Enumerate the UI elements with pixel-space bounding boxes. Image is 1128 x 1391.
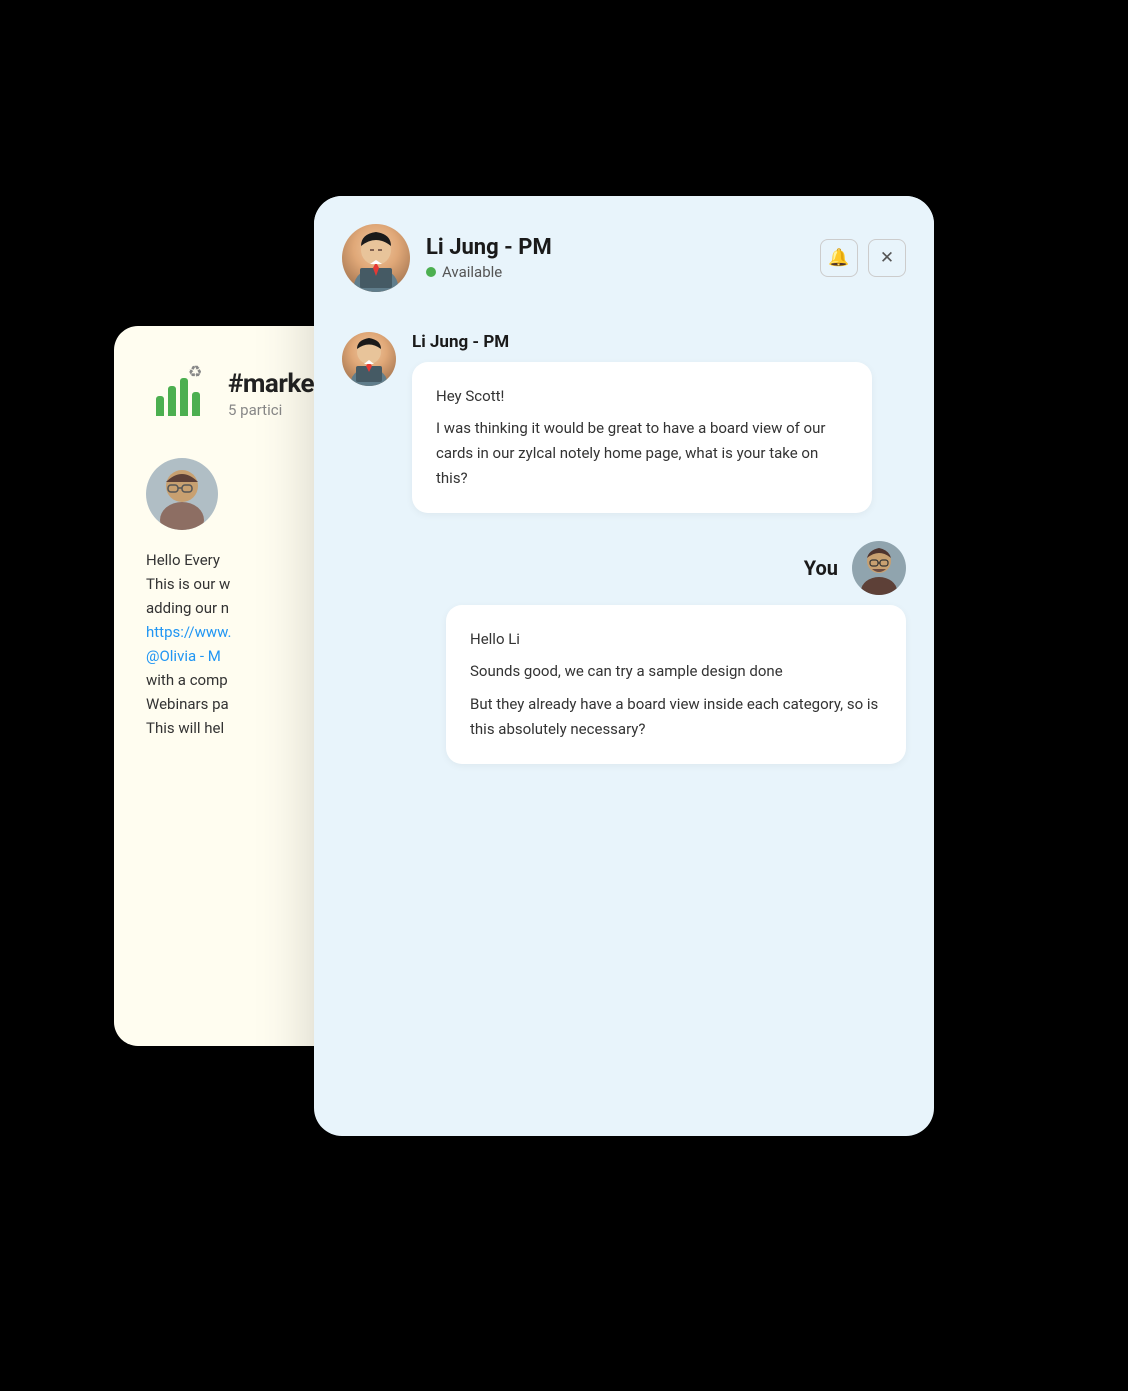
you-msg-line2: But they already have a board view insid… (470, 692, 882, 742)
channel-info: #marke 5 partici (228, 369, 314, 419)
channel-participants: 5 partici (228, 401, 314, 419)
you-label: You (804, 556, 838, 580)
chat-body: Li Jung - PM Hey Scott! I was thinking i… (314, 312, 934, 1136)
li-jung-avatar-img (342, 224, 410, 292)
bell-icon: 🔔 (828, 248, 849, 268)
li-jung-msg-content: Li Jung - PM Hey Scott! I was thinking i… (412, 332, 872, 513)
li-jung-avatar-msg (342, 332, 396, 386)
chat-contact-name: Li Jung - PM (426, 235, 804, 260)
li-jung-avatar-header (342, 224, 410, 292)
you-avatar-img (852, 541, 906, 595)
li-jung-msg-line1: I was thinking it would be great to have… (436, 416, 848, 490)
bar2 (168, 386, 176, 416)
chat-header: Li Jung - PM Available 🔔 ✕ (314, 196, 934, 312)
message-you: You (342, 541, 906, 764)
you-msg-line1: Sounds good, we can try a sample design … (470, 659, 882, 684)
close-icon: ✕ (880, 248, 894, 268)
bar4 (192, 392, 200, 416)
you-msg-line0: Hello Li (470, 627, 882, 652)
back-avatar-image (146, 458, 218, 530)
status-dot (426, 267, 436, 277)
you-header: You (804, 541, 906, 595)
li-jung-msg-line0: Hey Scott! (436, 384, 848, 409)
header-actions: 🔔 ✕ (820, 239, 906, 277)
bar1 (156, 396, 164, 416)
back-avatar (146, 458, 218, 530)
li-jung-msg-name: Li Jung - PM (412, 332, 872, 352)
message-li-jung: Li Jung - PM Hey Scott! I was thinking i… (342, 332, 906, 513)
you-avatar (852, 541, 906, 595)
status-text: Available (442, 263, 502, 281)
bar3 (180, 378, 188, 416)
bell-button[interactable]: 🔔 (820, 239, 858, 277)
chat-card: Li Jung - PM Available 🔔 ✕ (314, 196, 934, 1136)
channel-icon: ♻ (146, 362, 210, 426)
li-jung-avatar-msg-img (342, 332, 396, 386)
channel-name: #marke (228, 369, 314, 399)
close-button[interactable]: ✕ (868, 239, 906, 277)
chat-status: Available (426, 263, 804, 281)
chat-header-info: Li Jung - PM Available (426, 235, 804, 281)
recycle-icon: ♻ (188, 362, 210, 384)
scene: ♻ #marke 5 partici Hello Every (114, 146, 1014, 1246)
li-jung-msg-bubble: Hey Scott! I was thinking it would be gr… (412, 362, 872, 513)
you-msg-bubble: Hello Li Sounds good, we can try a sampl… (446, 605, 906, 764)
